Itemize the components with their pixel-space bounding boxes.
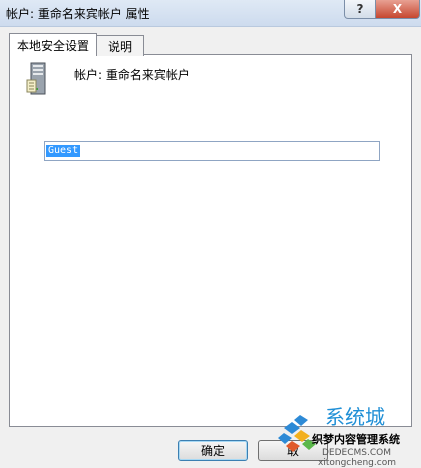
account-policy-label: 帐户: 重命名来宾帐户 <box>74 68 190 82</box>
tab-local-security-setting[interactable]: 本地安全设置 <box>9 33 97 56</box>
watermark-text: DEDECMS.COM <box>322 448 391 458</box>
selected-text: Guest <box>46 145 81 157</box>
tab-panel <box>9 54 412 427</box>
title-bar: 帐户: 重命名来宾帐户 属性 ? X <box>0 0 421 27</box>
close-button[interactable]: X <box>375 0 420 19</box>
tab-explain[interactable]: 说明 <box>96 35 144 56</box>
server-icon <box>26 62 46 95</box>
watermark-logo: 系统城 织梦内容管理系统 DEDECMS.COM xitongcheng.com <box>278 405 400 468</box>
help-button[interactable]: ? <box>344 0 376 19</box>
watermark-text: xitongcheng.com <box>318 458 396 468</box>
watermark-text: 系统城 <box>325 405 385 429</box>
watermark-text: 织梦内容管理系统 <box>312 432 400 446</box>
tab-label: 说明 <box>107 39 132 54</box>
windows-logo-icon <box>278 415 316 452</box>
tab-label: 本地安全设置 <box>16 38 89 53</box>
ok-button[interactable]: 确定 <box>178 440 248 461</box>
window-title: 帐户: 重命名来宾帐户 属性 <box>6 7 150 21</box>
guest-account-name-input[interactable]: Guest <box>44 141 380 161</box>
